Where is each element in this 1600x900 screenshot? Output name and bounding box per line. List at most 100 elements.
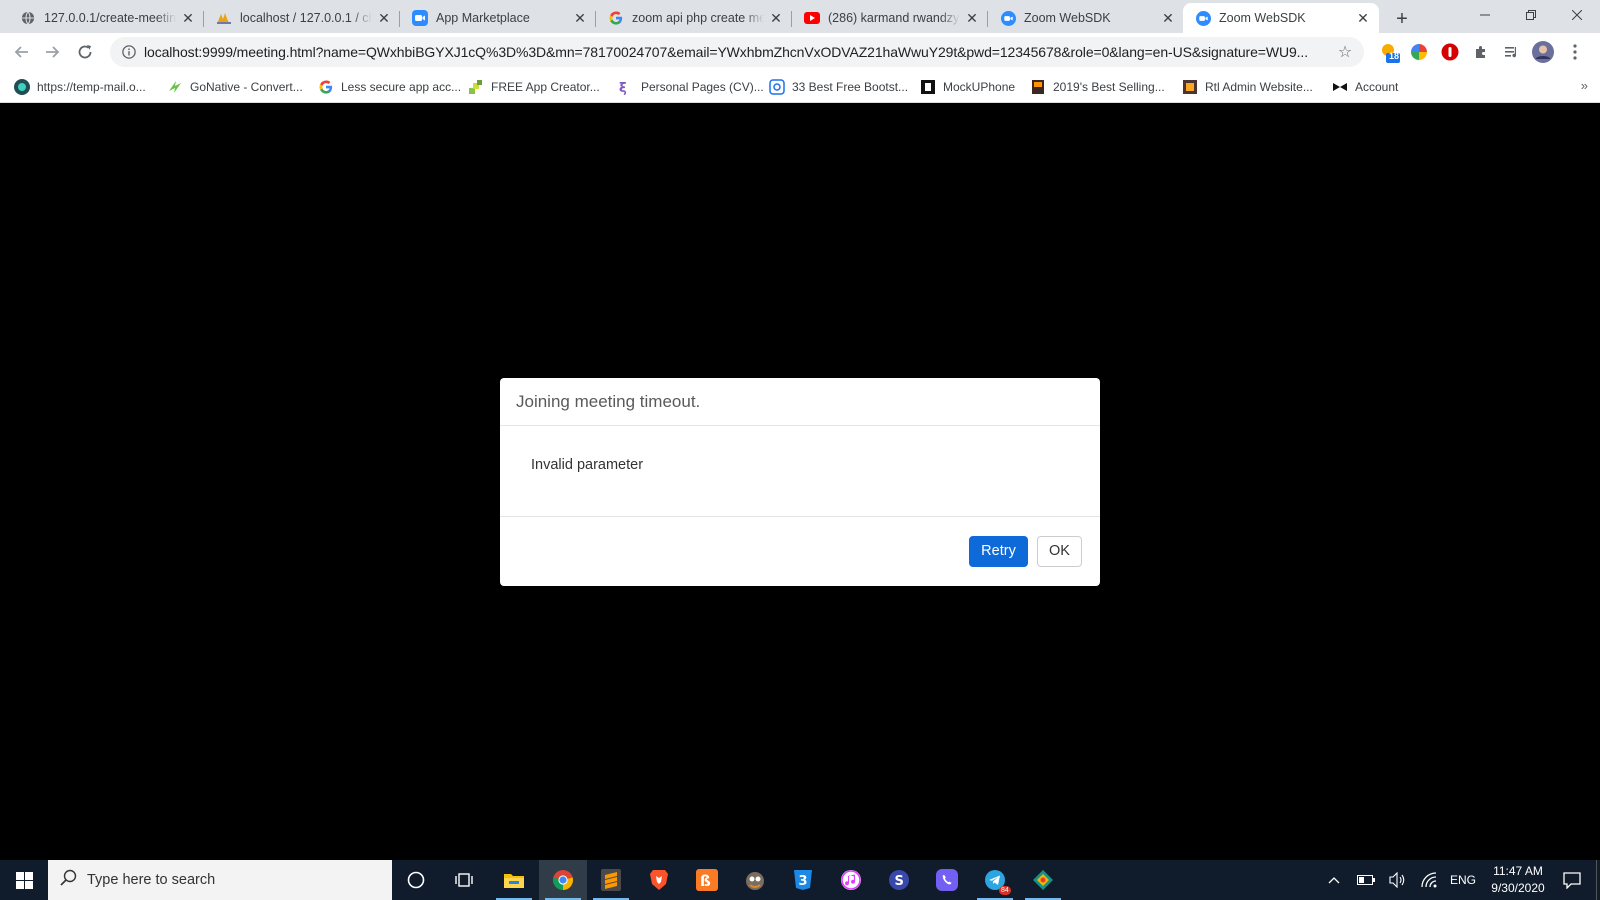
- bookmark-label: Rtl Admin Website...: [1205, 80, 1313, 94]
- close-icon[interactable]: ✕: [1355, 10, 1371, 26]
- dialog-message: Invalid parameter: [531, 457, 644, 473]
- reload-button[interactable]: [70, 37, 100, 67]
- xampp-icon[interactable]: ß: [683, 860, 731, 900]
- brave-icon[interactable]: [635, 860, 683, 900]
- media-control-icon[interactable]: [1501, 41, 1523, 63]
- dialog-title: Joining meeting timeout.: [516, 391, 701, 411]
- star-icon[interactable]: ☆: [1330, 37, 1360, 67]
- profile-avatar[interactable]: [1532, 41, 1554, 63]
- skype-style-icon[interactable]: S: [875, 860, 923, 900]
- info-icon[interactable]: [114, 37, 144, 67]
- tab-app-marketplace[interactable]: App Marketplace ✕: [400, 3, 596, 33]
- bookmarks-bar: https://temp-mail.o... GoNative - Conver…: [0, 71, 1600, 103]
- sublime-text-icon[interactable]: [587, 860, 635, 900]
- wifi-icon[interactable]: [1416, 860, 1444, 900]
- taskbar-search-box[interactable]: Type here to search: [48, 860, 392, 900]
- dialog-header: Joining meeting timeout.: [500, 378, 1100, 426]
- bookmark-account[interactable]: Account: [1332, 78, 1398, 96]
- file-explorer-icon[interactable]: [490, 860, 538, 900]
- bookmarks-overflow-button[interactable]: »: [1581, 78, 1588, 93]
- globe-icon: [20, 10, 36, 26]
- battery-icon[interactable]: [1352, 860, 1380, 900]
- close-icon[interactable]: ✕: [376, 10, 392, 26]
- tab-create-meeting[interactable]: 127.0.0.1/create-meeting ✕: [8, 3, 204, 33]
- adblock-extension-icon[interactable]: [1439, 41, 1461, 63]
- css3-icon[interactable]: 3: [779, 860, 827, 900]
- tab-title: Zoom WebSDK: [1024, 11, 1111, 25]
- ok-button[interactable]: OK: [1037, 535, 1082, 567]
- bookmark-label: GoNative - Convert...: [190, 80, 303, 94]
- search-icon: [60, 869, 77, 891]
- chrome-icon[interactable]: [539, 860, 587, 900]
- bookmark-rtl-admin[interactable]: Rtl Admin Website...: [1182, 78, 1313, 96]
- system-clock[interactable]: 11:47 AM 9/30/2020: [1478, 860, 1558, 900]
- bookmark-bootstrap[interactable]: 33 Best Free Bootst...: [769, 78, 908, 96]
- close-icon[interactable]: ✕: [1160, 10, 1176, 26]
- clock-date: 9/30/2020: [1491, 881, 1545, 895]
- restore-button[interactable]: [1508, 0, 1554, 30]
- personal-pages-icon: ξ: [618, 79, 634, 95]
- tempmail-icon: [14, 79, 30, 95]
- address-url[interactable]: localhost:9999/meeting.html?name=QWxhbiB…: [144, 44, 1330, 60]
- cortana-icon[interactable]: [392, 860, 440, 900]
- svg-text:ß: ß: [700, 872, 711, 890]
- tab-zoom-websdk-active[interactable]: Zoom WebSDK ✕: [1183, 3, 1379, 33]
- browser-menu-icon[interactable]: [1568, 41, 1582, 63]
- show-desktop-button[interactable]: [1596, 860, 1600, 900]
- svg-text:3: 3: [799, 874, 808, 889]
- puzzle-extensions-icon[interactable]: [1470, 41, 1492, 63]
- tab-youtube[interactable]: (286) karmand rwandzy ✕: [792, 3, 988, 33]
- browser-toolbar: localhost:9999/meeting.html?name=QWxhbiB…: [0, 33, 1600, 71]
- bookmark-label: Less secure app acc...: [341, 80, 462, 94]
- tab-zoom-websdk-1[interactable]: Zoom WebSDK ✕: [988, 3, 1184, 33]
- notification-center-icon[interactable]: [1552, 860, 1592, 900]
- tab-title: App Marketplace: [436, 11, 530, 25]
- tab-phpmyadmin[interactable]: localhost / 127.0.0.1 / ch ✕: [204, 3, 400, 33]
- zoom-circle-icon: [1000, 10, 1016, 26]
- volume-icon[interactable]: [1384, 860, 1412, 900]
- task-view-icon[interactable]: [440, 860, 488, 900]
- zoom-icon: [412, 10, 428, 26]
- minimize-button[interactable]: [1462, 0, 1508, 30]
- viber-icon[interactable]: [923, 860, 971, 900]
- bookmark-app-creator[interactable]: FREE App Creator...: [468, 78, 600, 96]
- tab-title: (286) karmand rwandzy: [828, 11, 960, 25]
- extension-badge-count: 18: [1389, 51, 1400, 61]
- close-window-button[interactable]: [1554, 0, 1600, 30]
- telegram-icon[interactable]: 84: [971, 860, 1019, 900]
- clock-time: 11:47 AM: [1493, 864, 1543, 878]
- bookmark-best-selling[interactable]: 2019's Best Selling...: [1030, 78, 1165, 96]
- gitkraken-icon[interactable]: [1019, 860, 1067, 900]
- bookmark-temp-mail[interactable]: https://temp-mail.o...: [14, 78, 146, 96]
- close-icon[interactable]: ✕: [768, 10, 784, 26]
- phpmyadmin-icon: [216, 10, 232, 26]
- bookmark-less-secure[interactable]: Less secure app acc...: [318, 78, 461, 96]
- retry-button[interactable]: Retry: [969, 535, 1028, 567]
- bookmark-mockuphone[interactable]: MockUPhone: [920, 78, 1015, 96]
- bookmark-label: https://temp-mail.o...: [37, 80, 146, 94]
- account-icon: [1332, 79, 1348, 95]
- close-icon[interactable]: ✕: [180, 10, 196, 26]
- bookmark-personal-pages[interactable]: ξ Personal Pages (CV)...: [618, 78, 764, 96]
- itunes-icon[interactable]: [827, 860, 875, 900]
- language-indicator[interactable]: ENG: [1446, 860, 1480, 900]
- rtladmin-icon: [1182, 79, 1198, 95]
- bookmark-label: 33 Best Free Bootst...: [792, 80, 909, 94]
- tab-google-search[interactable]: zoom api php create me ✕: [596, 3, 792, 33]
- tray-overflow-icon[interactable]: [1320, 860, 1348, 900]
- color-wheel-extension-icon[interactable]: [1408, 41, 1430, 63]
- bookmark-label: Account: [1355, 80, 1399, 94]
- search-placeholder: Type here to search: [87, 872, 216, 888]
- error-dialog: Joining meeting timeout. Invalid paramet…: [500, 378, 1100, 586]
- close-icon[interactable]: ✕: [572, 10, 588, 26]
- bookmark-gonative[interactable]: GoNative - Convert...: [167, 78, 303, 96]
- new-tab-button[interactable]: +: [1388, 5, 1416, 33]
- back-button[interactable]: [6, 37, 36, 67]
- start-button[interactable]: [0, 860, 48, 900]
- close-icon[interactable]: ✕: [964, 10, 980, 26]
- gonative-icon: [167, 79, 183, 95]
- forward-button[interactable]: [38, 37, 68, 67]
- extension-badge-icon[interactable]: 18: [1379, 41, 1401, 63]
- address-bar[interactable]: localhost:9999/meeting.html?name=QWxhbiB…: [110, 37, 1364, 67]
- gimp-icon[interactable]: [731, 860, 779, 900]
